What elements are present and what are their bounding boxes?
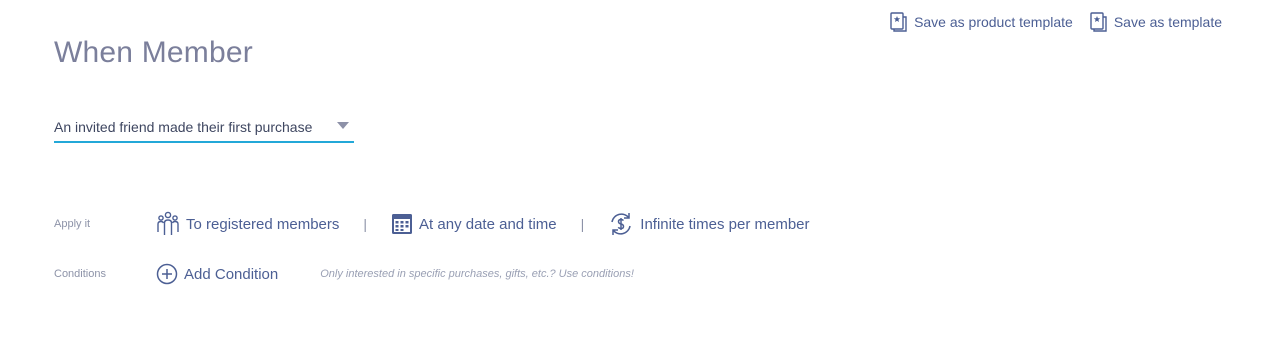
apply-row: Apply it To registered members | At any … <box>54 211 810 237</box>
members-icon <box>156 211 180 237</box>
schedule-selector[interactable]: At any date and time <box>391 213 557 235</box>
conditions-label: Conditions <box>54 268 106 280</box>
save-as-product-template-label: Save as product template <box>914 14 1073 30</box>
apply-label: Apply it <box>54 218 91 230</box>
schedule-label: At any date and time <box>419 215 557 233</box>
template-icon <box>889 12 908 32</box>
separator: | <box>580 216 585 232</box>
frequency-selector[interactable]: Infinite times per member <box>608 211 810 237</box>
audience-label: To registered members <box>186 215 340 233</box>
trigger-dropdown[interactable]: An invited friend made their first purch… <box>54 117 354 143</box>
save-as-template-label: Save as template <box>1113 14 1222 30</box>
recurring-dollar-icon <box>608 211 634 237</box>
audience-selector[interactable]: To registered members <box>156 211 339 237</box>
add-condition-button[interactable]: Add Condition <box>156 263 278 285</box>
plus-circle-icon <box>156 263 178 285</box>
save-as-product-template-button[interactable]: Save as product template <box>889 12 1073 32</box>
page-title: When Member <box>54 36 253 69</box>
top-actions: Save as product template Save as templat… <box>889 12 1222 32</box>
frequency-label: Infinite times per member <box>640 215 810 233</box>
save-as-template-button[interactable]: Save as template <box>1089 12 1222 32</box>
conditions-row: Conditions Add Condition Only interested… <box>54 263 634 285</box>
chevron-down-icon <box>337 122 349 129</box>
trigger-selected-value: An invited friend made their first purch… <box>54 119 313 135</box>
template-icon <box>1089 12 1108 32</box>
conditions-hint: Only interested in specific purchases, g… <box>320 268 634 280</box>
add-condition-label: Add Condition <box>184 265 279 283</box>
separator: | <box>363 216 368 232</box>
calendar-icon <box>391 213 413 235</box>
